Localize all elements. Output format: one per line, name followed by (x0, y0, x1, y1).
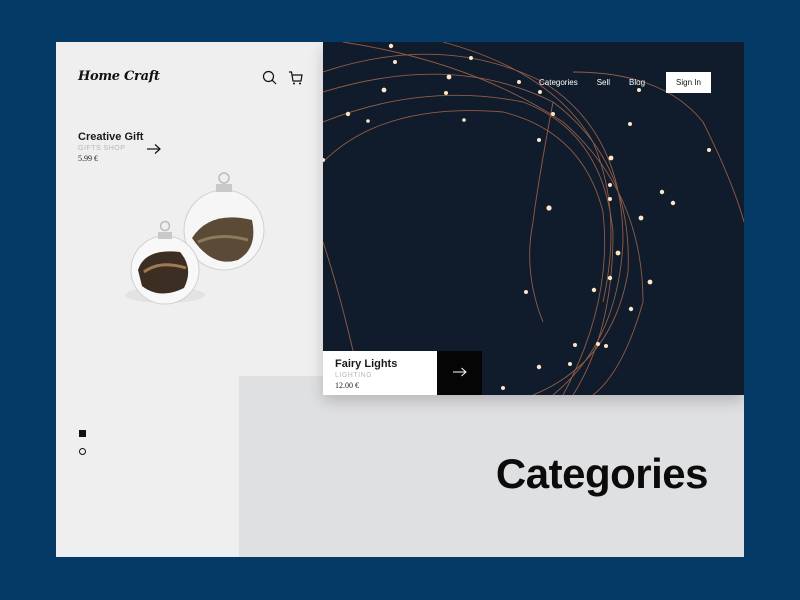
product-category: LIGHTING (335, 372, 373, 379)
cart-icon[interactable] (288, 70, 304, 86)
fairy-lights-image (323, 42, 744, 395)
product-name: Creative Gift (78, 131, 144, 143)
nav-link-categories[interactable]: Categories (539, 78, 578, 87)
sign-in-button[interactable]: Sign In (666, 72, 711, 93)
pagination-dot[interactable] (79, 448, 86, 455)
product-category: GIFTS SHOP (78, 145, 126, 152)
nav-link-blog[interactable]: Blog (629, 78, 645, 87)
logo[interactable]: Home Craft (78, 69, 160, 84)
top-nav: Categories Sell Blog Sign In (539, 72, 711, 93)
featured-product-hero[interactable]: Fairy Lights LIGHTING 12.00 € (323, 351, 437, 395)
app-frame: Home Craft Creative Gift GIFTS SHOP 5.99… (56, 42, 744, 557)
hero-image-panel: Categories Sell Blog Sign In Fairy Light… (323, 42, 744, 395)
ornaments-image (120, 160, 280, 320)
pagination-dots (79, 430, 86, 455)
featured-product-left[interactable]: Creative Gift GIFTS SHOP 5.99 € (78, 131, 143, 163)
section-title: Categories (495, 450, 709, 497)
product-price: 12.00 € (335, 381, 359, 390)
arrow-right-icon (452, 364, 467, 382)
pagination-dot-active[interactable] (79, 430, 86, 437)
nav-link-sell[interactable]: Sell (597, 78, 610, 87)
product-name: Fairy Lights (335, 358, 398, 370)
search-icon[interactable] (262, 70, 278, 86)
hero-next-button[interactable] (437, 351, 482, 395)
arrow-right-icon[interactable] (146, 142, 162, 154)
